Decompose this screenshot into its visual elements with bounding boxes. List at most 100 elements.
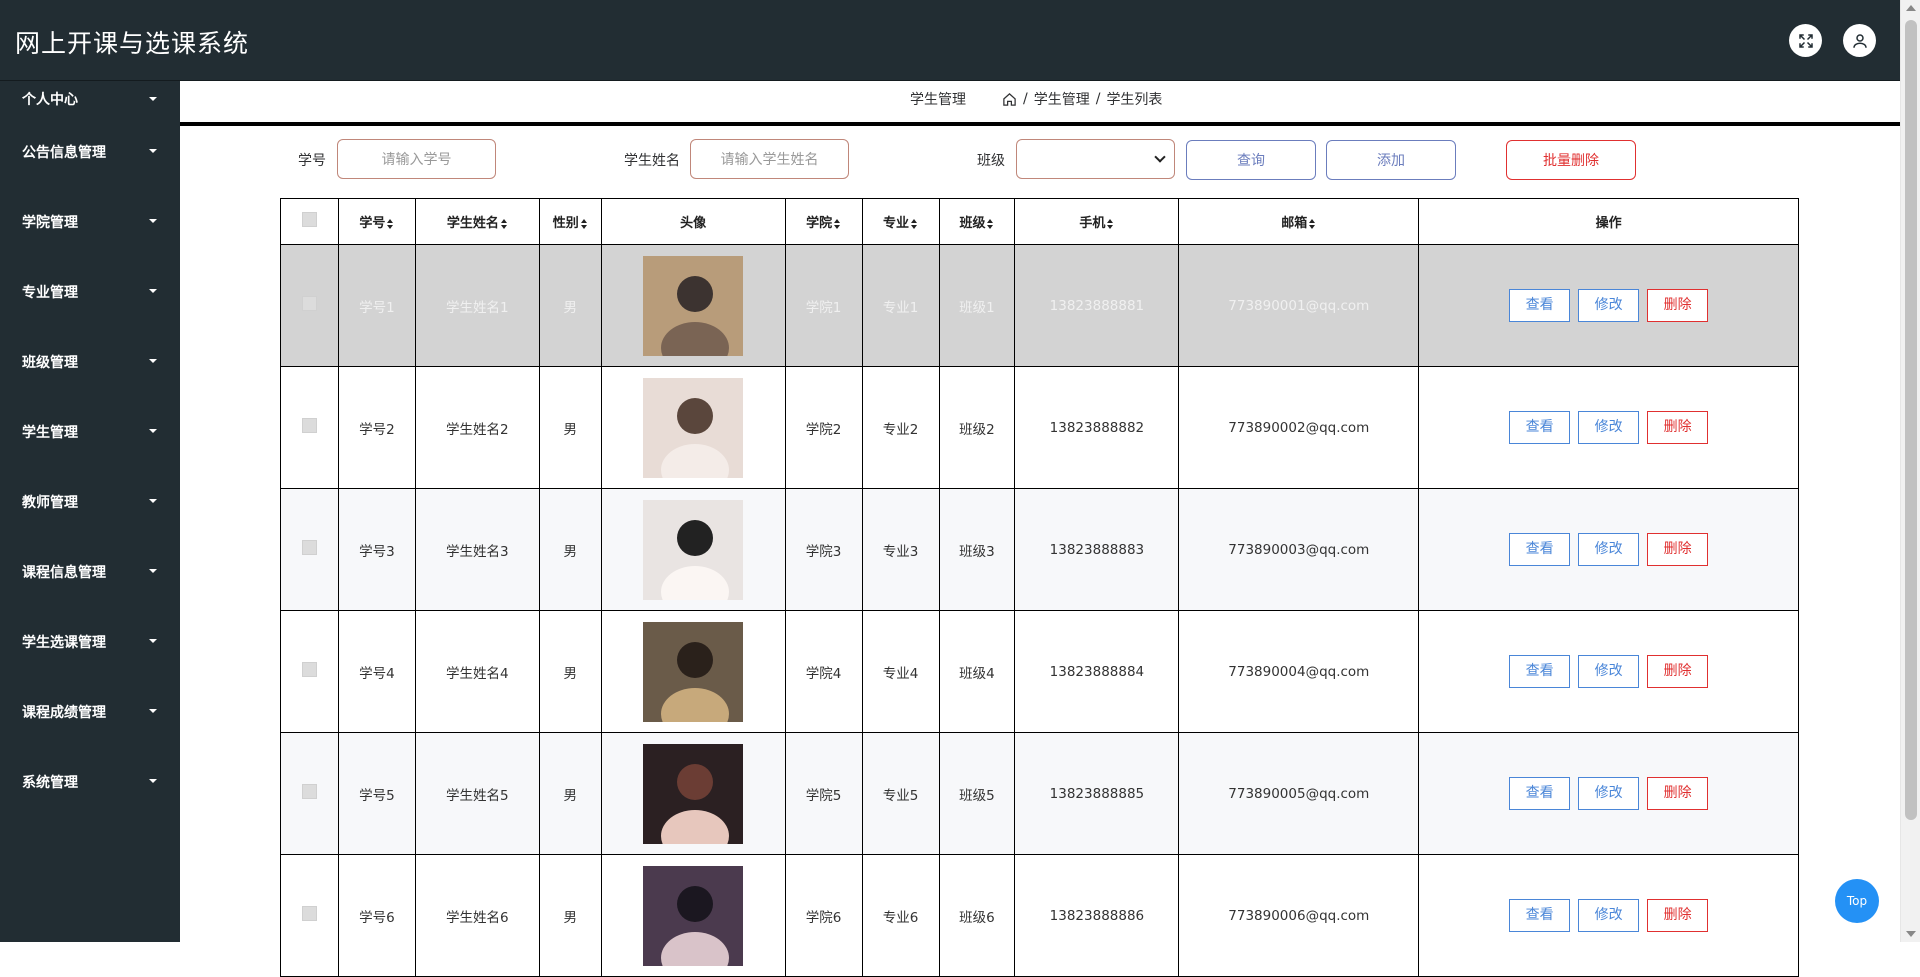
cell-college: 学院2 (784, 366, 863, 489)
sidebar-item-teachers[interactable]: 教师管理 (0, 467, 180, 537)
sidebar-item-grades[interactable]: 课程成绩管理 (0, 677, 180, 747)
scroll-up-arrow-icon[interactable] (1906, 5, 1916, 11)
cell-class: 班级5 (938, 732, 1016, 855)
column-header-phone[interactable]: 手机 (1014, 198, 1180, 245)
scroll-down-arrow-icon[interactable] (1906, 931, 1916, 937)
sort-icon[interactable] (1309, 218, 1316, 229)
column-header-name[interactable]: 学生姓名 (414, 198, 540, 245)
row-checkbox-cell[interactable] (280, 366, 339, 489)
edit-button[interactable]: 修改 (1578, 899, 1640, 932)
sidebar-item-system[interactable]: 系统管理 (0, 747, 180, 817)
caret-down-icon (149, 639, 157, 643)
sidebar-item-label: 课程信息管理 (22, 565, 106, 581)
student-id-input[interactable]: 请输入学号 (337, 139, 496, 179)
sort-icon[interactable] (387, 218, 394, 229)
user-avatar-button[interactable] (1843, 24, 1876, 57)
cell-actions: 查看 修改 删除 (1418, 488, 1799, 611)
sort-icon[interactable] (580, 218, 588, 229)
view-button[interactable]: 查看 (1509, 777, 1571, 810)
cell-email: 773890004@qq.com (1178, 610, 1420, 733)
cell-class: 班级3 (938, 488, 1016, 611)
delete-button[interactable]: 删除 (1647, 655, 1709, 688)
column-header-college[interactable]: 学院 (784, 198, 863, 245)
view-button[interactable]: 查看 (1509, 411, 1571, 444)
sidebar-item-students[interactable]: 学生管理 (0, 397, 180, 467)
page-scrollbar[interactable] (1900, 0, 1920, 942)
student-name-input[interactable]: 请输入学生姓名 (690, 139, 849, 179)
sidebar-item-label: 学生管理 (22, 425, 78, 441)
sort-icon[interactable] (987, 218, 994, 229)
sort-icon[interactable] (500, 218, 508, 229)
row-checkbox-cell[interactable] (280, 854, 339, 977)
query-button[interactable]: 查询 (1186, 140, 1316, 180)
row-checkbox-cell[interactable] (280, 732, 339, 855)
sidebar-item-classes[interactable]: 班级管理 (0, 327, 180, 397)
student-name-label: 学生姓名 (624, 153, 680, 169)
view-button[interactable]: 查看 (1509, 289, 1571, 322)
row-checkbox[interactable] (301, 418, 317, 433)
row-checkbox[interactable] (301, 540, 317, 555)
cell-student-id: 学号4 (337, 610, 416, 733)
sidebar-item-announcements[interactable]: 公告信息管理 (0, 117, 180, 187)
edit-button[interactable]: 修改 (1578, 533, 1640, 566)
caret-down-icon (149, 149, 157, 153)
column-header-major[interactable]: 专业 (861, 198, 940, 245)
breadcrumb-item-student-list: 学生列表 (1106, 92, 1163, 108)
delete-button[interactable]: 删除 (1647, 533, 1709, 566)
sidebar-item-label: 学院管理 (22, 215, 78, 231)
sidebar-item-label: 系统管理 (22, 775, 78, 791)
home-icon[interactable] (1002, 92, 1017, 107)
row-checkbox-cell[interactable] (280, 244, 339, 367)
row-checkbox[interactable] (301, 296, 317, 311)
class-label: 班级 (977, 153, 1005, 169)
sort-icon[interactable] (834, 218, 841, 229)
sidebar-item-colleges[interactable]: 学院管理 (0, 187, 180, 257)
delete-button[interactable]: 删除 (1647, 289, 1709, 322)
back-to-top-button[interactable]: Top (1835, 879, 1879, 923)
row-checkbox-cell[interactable] (280, 610, 339, 733)
view-button[interactable]: 查看 (1509, 533, 1571, 566)
edit-button[interactable]: 修改 (1578, 289, 1640, 322)
cell-class: 班级1 (938, 244, 1016, 367)
row-checkbox[interactable] (301, 784, 317, 799)
class-select[interactable] (1016, 139, 1175, 179)
column-header-label: 头像 (680, 216, 707, 231)
column-header-label: 性别 (552, 216, 579, 231)
edit-button[interactable]: 修改 (1578, 777, 1640, 810)
select-all-cell[interactable] (280, 198, 339, 245)
delete-button[interactable]: 删除 (1647, 899, 1709, 932)
delete-button[interactable]: 删除 (1647, 411, 1709, 444)
cell-student-name: 学生姓名4 (414, 610, 540, 733)
cell-student-name: 学生姓名2 (414, 366, 540, 489)
view-button[interactable]: 查看 (1509, 899, 1571, 932)
cell-gender: 男 (538, 732, 602, 855)
row-checkbox[interactable] (301, 906, 317, 921)
sidebar-item-course-selection[interactable]: 学生选课管理 (0, 607, 180, 677)
column-header-label: 操作 (1595, 216, 1622, 231)
delete-button[interactable]: 删除 (1647, 777, 1709, 810)
row-checkbox[interactable] (301, 662, 317, 677)
edit-button[interactable]: 修改 (1578, 411, 1640, 444)
batch-delete-button[interactable]: 批量删除 (1506, 140, 1636, 180)
select-all-checkbox[interactable] (301, 212, 317, 227)
sidebar-item-courses[interactable]: 课程信息管理 (0, 537, 180, 607)
column-header-gender[interactable]: 性别 (538, 198, 602, 245)
scrollbar-thumb[interactable] (1905, 20, 1917, 820)
edit-button[interactable]: 修改 (1578, 655, 1640, 688)
cell-student-id: 学号1 (337, 244, 416, 367)
sort-icon[interactable] (1107, 218, 1114, 229)
view-button[interactable]: 查看 (1509, 655, 1571, 688)
sidebar-item-profile[interactable]: 个人中心 (0, 81, 180, 117)
sidebar-item-majors[interactable]: 专业管理 (0, 257, 180, 327)
add-button[interactable]: 添加 (1326, 140, 1456, 180)
sort-icon[interactable] (911, 218, 918, 229)
sidebar-item-label: 教师管理 (22, 495, 78, 511)
column-header-class[interactable]: 班级 (938, 198, 1016, 245)
row-checkbox-cell[interactable] (280, 488, 339, 611)
breadcrumb-item-student-management[interactable]: 学生管理 (1034, 89, 1090, 109)
fullscreen-button[interactable] (1789, 24, 1822, 57)
column-header-email[interactable]: 邮箱 (1178, 198, 1420, 245)
cell-class: 班级6 (938, 854, 1016, 977)
column-header-id[interactable]: 学号 (337, 198, 416, 245)
cell-actions: 查看 修改 删除 (1418, 854, 1799, 977)
